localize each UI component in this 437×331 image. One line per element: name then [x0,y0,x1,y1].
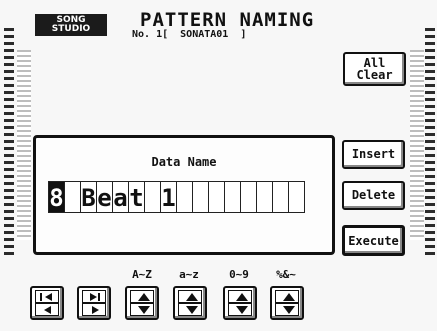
insert-button[interactable]: Insert [342,140,405,169]
up-arrow-icon [186,293,198,301]
group-label-numbers: 0~9 [229,268,249,281]
numbers-up[interactable] [228,290,252,303]
execute-button[interactable]: Execute [342,225,405,256]
up-arrow-icon [138,293,150,301]
numbers-down[interactable] [228,303,252,316]
cursor-home-left-button[interactable] [30,286,64,320]
all-clear-label-line2: Clear [356,68,393,82]
name-char-cell[interactable] [256,181,273,213]
group-label-uppercase: A~Z [132,268,152,281]
uppercase-up-down-button[interactable] [125,286,159,320]
name-character-row[interactable]: 8 B e a t 1 [48,181,305,213]
right-dial-edge [425,28,435,258]
name-char-cell[interactable] [240,181,257,213]
header: SONG STUDIO PATTERN NAMING No. 1[ SONATA… [0,0,437,52]
right-scroll-bar[interactable] [410,50,424,240]
name-char-cell[interactable] [176,181,193,213]
name-char-cell[interactable]: B [80,181,97,213]
cursor-end-right-button[interactable] [77,286,111,320]
screen: SONG STUDIO PATTERN NAMING No. 1[ SONATA… [0,0,437,331]
pattern-number: No. 1[ SONATA01 ] [132,29,247,40]
name-char-cell[interactable]: 1 [160,181,177,213]
name-char-cell[interactable] [144,181,161,213]
skip-right-icon [90,293,97,301]
symbols-down[interactable] [275,303,299,316]
data-name-panel: Data Name 8 B e a t 1 [33,135,335,255]
down-arrow-icon [138,306,150,314]
bottom-controls [0,262,437,331]
skip-bar-icon [98,293,100,301]
name-char-cell[interactable]: t [128,181,145,213]
page-title: PATTERN NAMING [140,9,315,31]
symbols-up-down-button[interactable] [270,286,304,320]
name-char-cell[interactable] [192,181,209,213]
down-arrow-icon [283,306,295,314]
name-char-cell[interactable]: a [112,181,129,213]
all-clear-button[interactable]: All Clear [343,52,406,86]
arrow-right-icon [92,306,99,314]
studio-label-line2: STUDIO [51,24,91,34]
name-char-cell[interactable] [224,181,241,213]
skip-left-icon [45,293,52,301]
name-char-cell[interactable] [64,181,81,213]
name-char-cell[interactable] [208,181,225,213]
uppercase-up[interactable] [130,290,154,303]
down-arrow-icon [186,306,198,314]
name-char-cell[interactable] [272,181,289,213]
lowercase-up[interactable] [178,290,202,303]
move-left-bottom[interactable] [35,303,59,316]
lowercase-up-down-button[interactable] [173,286,207,320]
name-char-cell[interactable] [288,181,305,213]
skip-left-top[interactable] [35,290,59,303]
song-studio-badge: SONG STUDIO [35,14,107,36]
move-right-bottom[interactable] [82,303,106,316]
uppercase-down[interactable] [130,303,154,316]
up-arrow-icon [283,293,295,301]
left-dial-edge [4,28,14,258]
name-char-cell[interactable]: e [96,181,113,213]
name-char-cell[interactable]: 8 [48,181,65,213]
delete-button[interactable]: Delete [342,181,405,210]
skip-bar-icon [40,293,42,301]
data-name-label: Data Name [151,155,217,169]
skip-right-top[interactable] [82,290,106,303]
group-label-lowercase: a~z [179,268,199,281]
left-scroll-bar[interactable] [17,50,31,240]
numbers-up-down-button[interactable] [223,286,257,320]
symbols-up[interactable] [275,290,299,303]
group-label-symbols: %&~ [276,268,296,281]
up-arrow-icon [236,293,248,301]
lowercase-down[interactable] [178,303,202,316]
arrow-left-icon [44,306,51,314]
down-arrow-icon [236,306,248,314]
